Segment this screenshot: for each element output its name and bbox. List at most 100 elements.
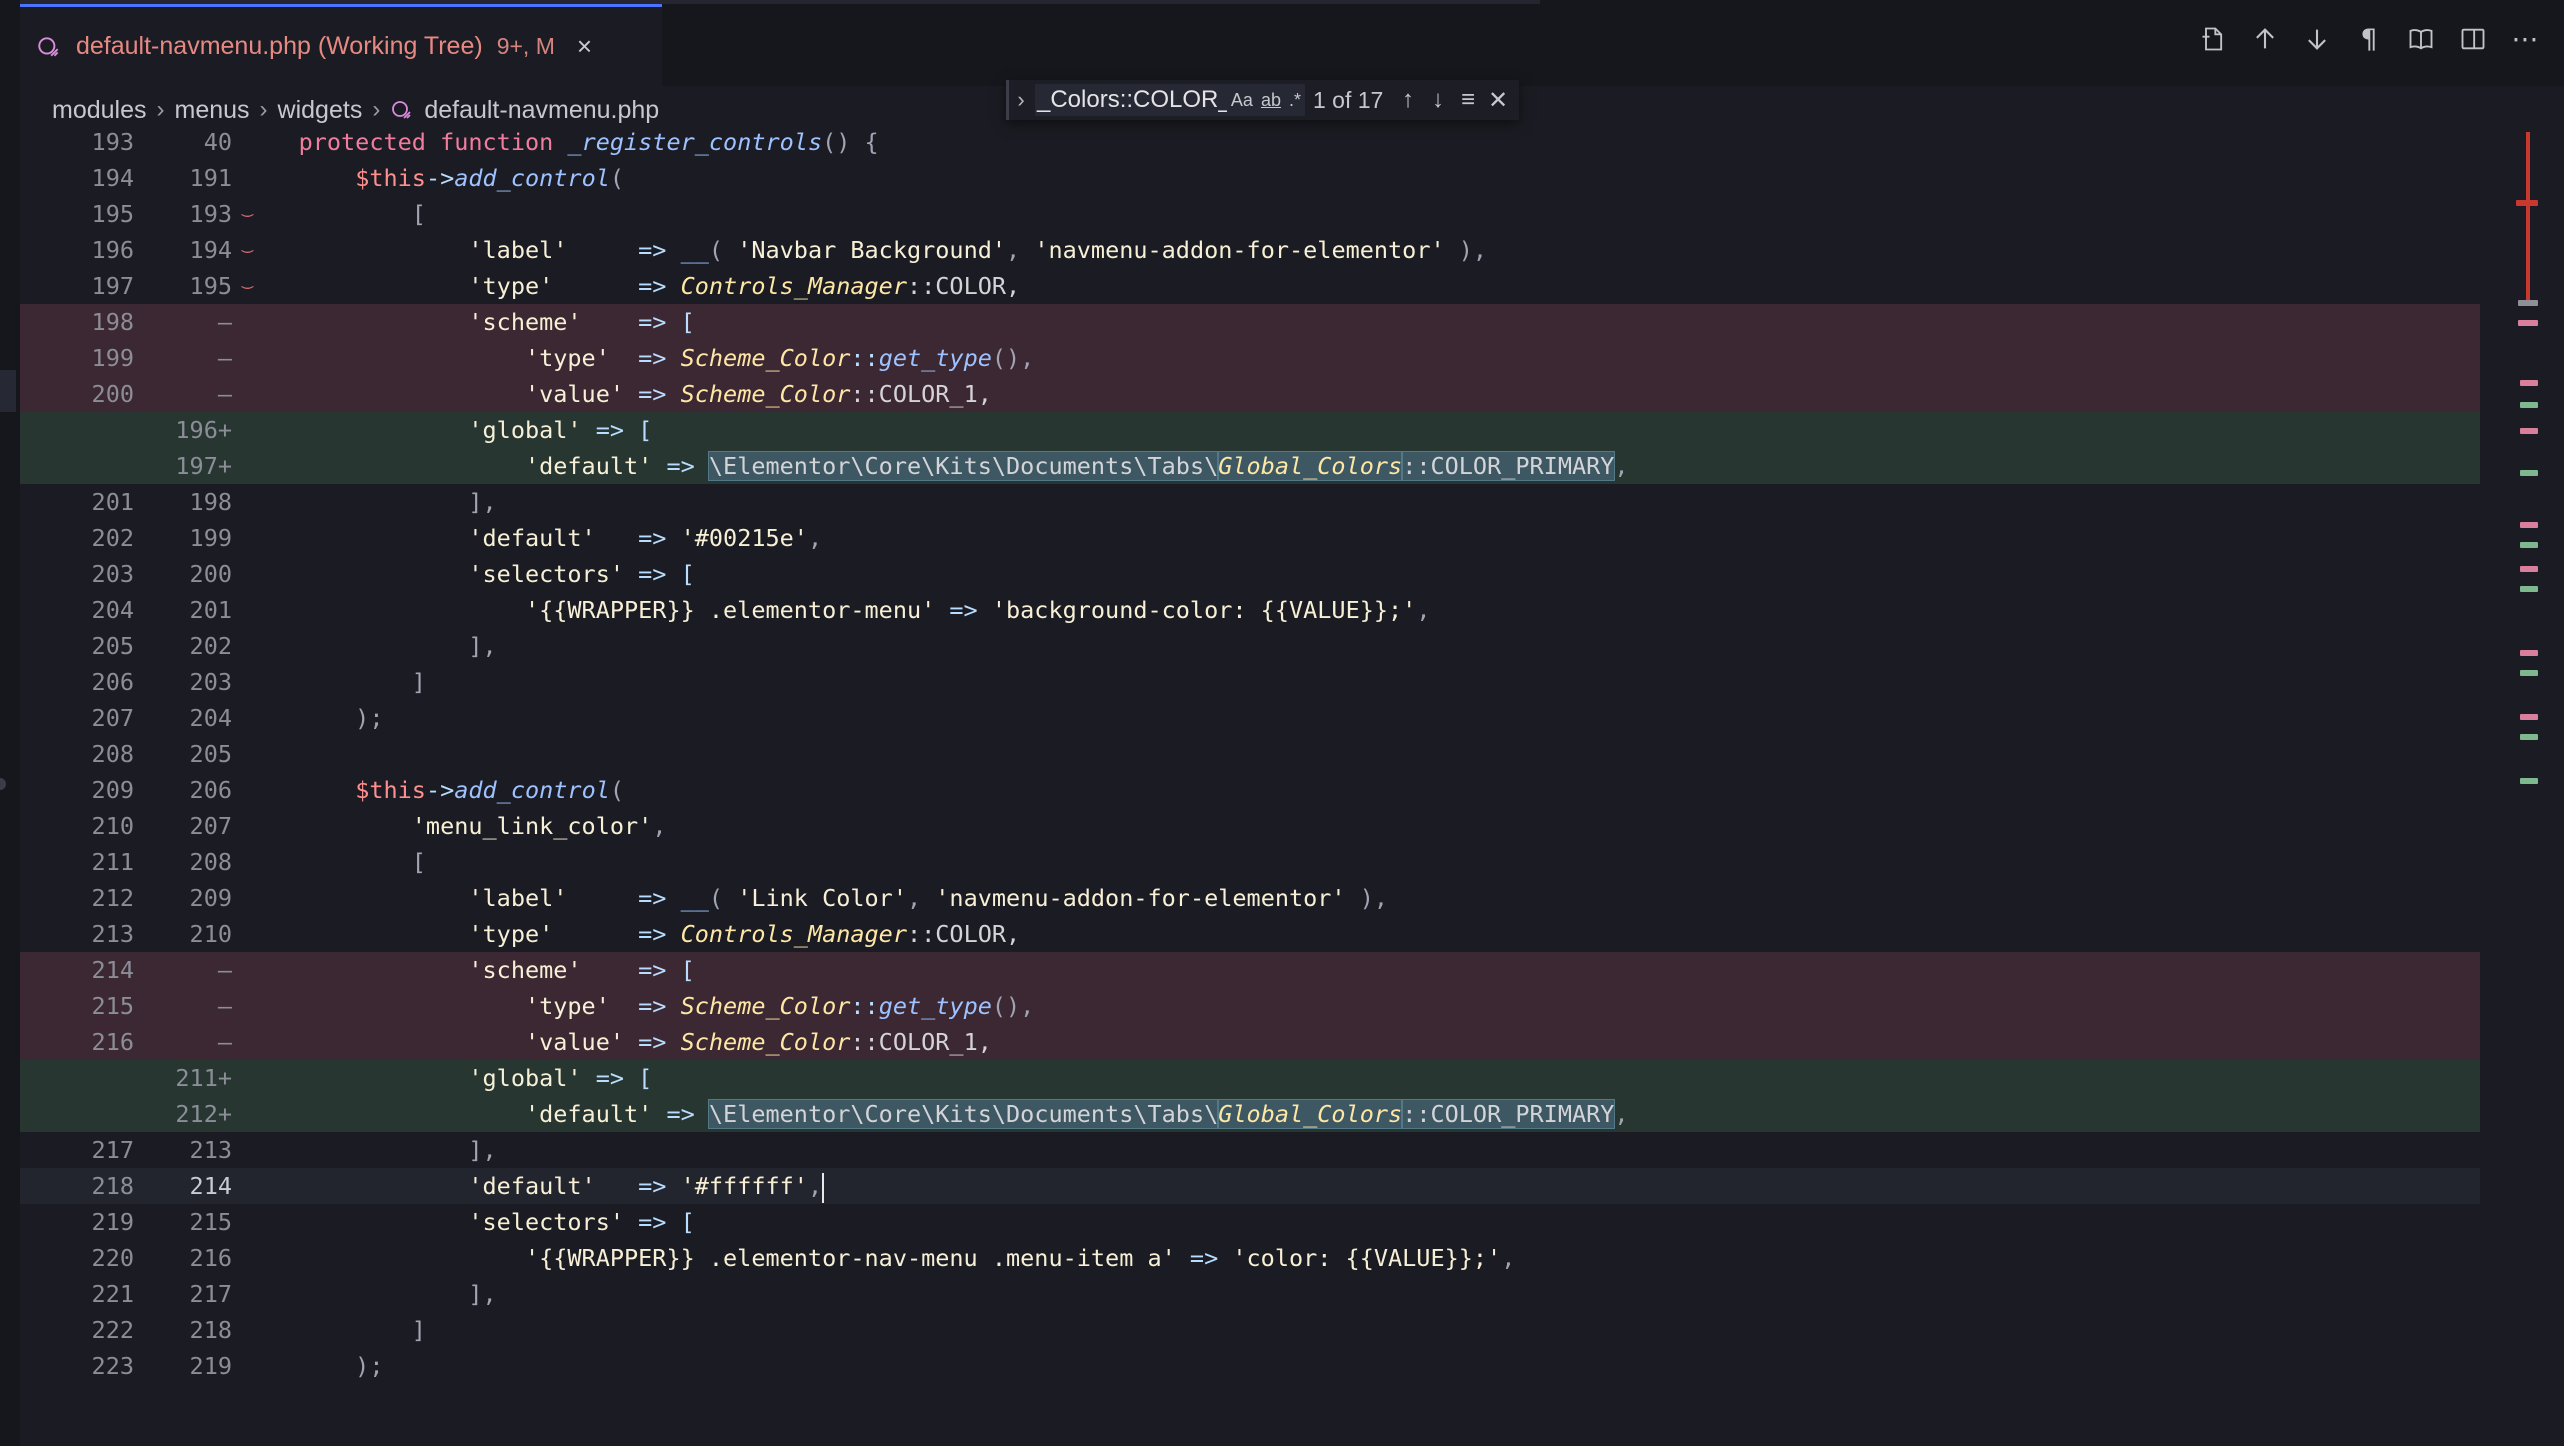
whole-word-toggle[interactable]: ab — [1257, 90, 1285, 111]
close-icon[interactable]: × — [577, 31, 592, 62]
code-token: => [ — [581, 308, 695, 336]
original-line-number: 202 — [91, 524, 134, 552]
strip-indicator — [0, 778, 6, 790]
breadcrumb-widgets[interactable]: widgets — [278, 96, 363, 125]
code-line[interactable]: 203 200 'selectors' => [ — [20, 556, 2480, 592]
code-token: => — [609, 344, 681, 372]
code-line[interactable]: 202 199 'default' => '#00215e', — [20, 520, 2480, 556]
code-line[interactable]: 204 201 '{{WRAPPER}} .elementor-menu' => … — [20, 592, 2480, 628]
book-icon[interactable] — [2406, 24, 2436, 54]
next-match-icon[interactable]: ↓ — [1423, 86, 1453, 114]
code-line[interactable]: 217 213 ], — [20, 1132, 2480, 1168]
code-line[interactable]: 223 219 ); — [20, 1348, 2480, 1384]
code-token: [ — [242, 848, 426, 876]
code-token: -> — [425, 776, 455, 804]
code-line[interactable]: 196+ 'global' => [ — [20, 412, 2480, 448]
modified-line-number: 203 — [189, 668, 232, 696]
code-line[interactable]: 197+ 'default' => \Elementor\Core\Kits\D… — [20, 448, 2480, 484]
breadcrumb-menus[interactable]: menus — [175, 96, 250, 125]
code-token: 'scheme' — [242, 308, 582, 336]
code-line[interactable]: 210 207 'menu_link_color', — [20, 808, 2480, 844]
code-line[interactable]: 221 217 ], — [20, 1276, 2480, 1312]
find-input[interactable]: _Colors::COLOR_PRIMAR Aa ab .* — [1035, 84, 1305, 116]
code-token: => [ — [581, 956, 695, 984]
code-token: , — [1501, 1244, 1516, 1272]
code-line[interactable]: 194 191 $this->add_control( — [20, 160, 2480, 196]
toggle-replace-icon[interactable]: › — [1009, 87, 1033, 113]
tab-bar: default-navmenu.php (Working Tree) 9+, M… — [20, 0, 2564, 86]
code-token: 'Navbar Background' — [737, 236, 1007, 264]
find-in-selection-icon[interactable]: ≡ — [1453, 86, 1483, 114]
code-line[interactable]: 218 214 'default' => '#ffffff', — [20, 1168, 2480, 1204]
close-find-icon[interactable]: ✕ — [1483, 86, 1513, 115]
code-line[interactable]: 219 215 'selectors' => [ — [20, 1204, 2480, 1240]
diff-editor[interactable]: 19220class Default_Navmenu extends Widge… — [20, 130, 2564, 1446]
code-line[interactable]: 206 203 ] — [20, 664, 2480, 700]
code-line[interactable]: 215 — 'type' => Scheme_Color::get_type(), — [20, 988, 2480, 1024]
code-line[interactable]: 222 218 ] — [20, 1312, 2480, 1348]
code-line[interactable]: 214 — 'scheme' => [ — [20, 952, 2480, 988]
tab-default-navmenu[interactable]: default-navmenu.php (Working Tree) 9+, M… — [20, 4, 662, 86]
code-token: '#ffffff' — [680, 1172, 808, 1200]
code-text: 'type' => Scheme_Color::get_type(), — [242, 988, 1034, 1024]
code-token: , — [1006, 236, 1035, 264]
breadcrumb-modules[interactable]: modules — [52, 96, 147, 125]
code-line[interactable]: 208 205 — [20, 736, 2480, 772]
code-token: protected function — [242, 130, 568, 156]
scrollbar-thumb[interactable] — [2526, 132, 2530, 302]
code-line[interactable]: 212 209 'label' => __( 'Link Color', 'nav… — [20, 880, 2480, 916]
code-token: _register_controls — [567, 130, 823, 156]
code-token: ); — [242, 704, 384, 732]
regex-toggle[interactable]: .* — [1285, 90, 1305, 111]
code-text: 'type' => Controls_Manager::COLOR, — [242, 916, 1020, 952]
split-editor-icon[interactable] — [2458, 24, 2488, 54]
code-line[interactable]: 196 194 ‿ 'label' => __( 'Navbar Backgroun… — [20, 232, 2480, 268]
code-line[interactable]: 212+ 'default' => \Elementor\Core\Kits\D… — [20, 1096, 2480, 1132]
code-token: => — [567, 236, 681, 264]
pilcrow-icon[interactable]: ¶ — [2354, 24, 2384, 55]
code-text: 'selectors' => [ — [242, 556, 694, 592]
code-line[interactable]: 213 210 'type' => Controls_Manager::COLOR… — [20, 916, 2480, 952]
open-changes-icon[interactable] — [2198, 24, 2228, 54]
code-line[interactable]: 193 40 protected function _register_contr… — [20, 130, 2480, 160]
code-line[interactable]: 220 216 '{{WRAPPER}} .elementor-nav-menu … — [20, 1240, 2480, 1276]
code-line[interactable]: 199 — 'type' => Scheme_Color::get_type(), — [20, 340, 2480, 376]
code-token: 'color: {{VALUE}};' — [1232, 1244, 1502, 1272]
code-line[interactable]: 216 — 'value' => Scheme_Color::COLOR_1, — [20, 1024, 2480, 1060]
code-line[interactable]: 198 — 'scheme' => [ — [20, 304, 2480, 340]
code-line[interactable]: 195 193 ‿ [ — [20, 196, 2480, 232]
code-line[interactable]: 207 204 ); — [20, 700, 2480, 736]
code-token: (), — [991, 992, 1035, 1020]
code-token: ( — [609, 164, 625, 192]
arrow-up-icon[interactable] — [2250, 24, 2280, 54]
code-token: ::COLOR_1, — [850, 1028, 992, 1056]
code-line[interactable]: 201 198 ], — [20, 484, 2480, 520]
code-text: 'label' => __( 'Link Color', 'navmenu-ad… — [242, 880, 1388, 916]
code-line[interactable]: 209 206 $this->add_control( — [20, 772, 2480, 808]
code-token: => — [1175, 1244, 1233, 1272]
breadcrumb-file[interactable]: default-navmenu.php — [424, 96, 659, 125]
ruler-marker — [2520, 670, 2538, 676]
code-token: , — [1416, 596, 1431, 624]
more-actions-icon[interactable]: ⋯ — [2510, 24, 2540, 55]
code-line[interactable]: 200 — 'value' => Scheme_Color::COLOR_1, — [20, 376, 2480, 412]
text-cursor — [822, 1172, 825, 1203]
code-line[interactable]: 197 195 ‿ 'type' => Controls_Manager::COLO… — [20, 268, 2480, 304]
ruler-marker — [2520, 380, 2538, 386]
arrow-down-icon[interactable] — [2302, 24, 2332, 54]
code-text: [ — [242, 196, 426, 232]
code-token: => — [595, 1172, 681, 1200]
code-token: ), — [1345, 884, 1389, 912]
code-line[interactable]: 211 208 [ — [20, 844, 2480, 880]
overview-ruler[interactable] — [2512, 130, 2564, 1446]
code-token: 'global' — [242, 1064, 582, 1092]
modified-line-number: 202 — [189, 632, 232, 660]
code-text: 'value' => Scheme_Color::COLOR_1, — [242, 1024, 992, 1060]
previous-match-icon[interactable]: ↑ — [1393, 86, 1423, 114]
code-line[interactable]: 211+ 'global' => [ — [20, 1060, 2480, 1096]
code-token: ], — [242, 1280, 497, 1308]
match-case-toggle[interactable]: Aa — [1227, 90, 1257, 111]
code-line[interactable]: 205 202 ], — [20, 628, 2480, 664]
modified-line-number: 215 — [189, 1208, 232, 1236]
